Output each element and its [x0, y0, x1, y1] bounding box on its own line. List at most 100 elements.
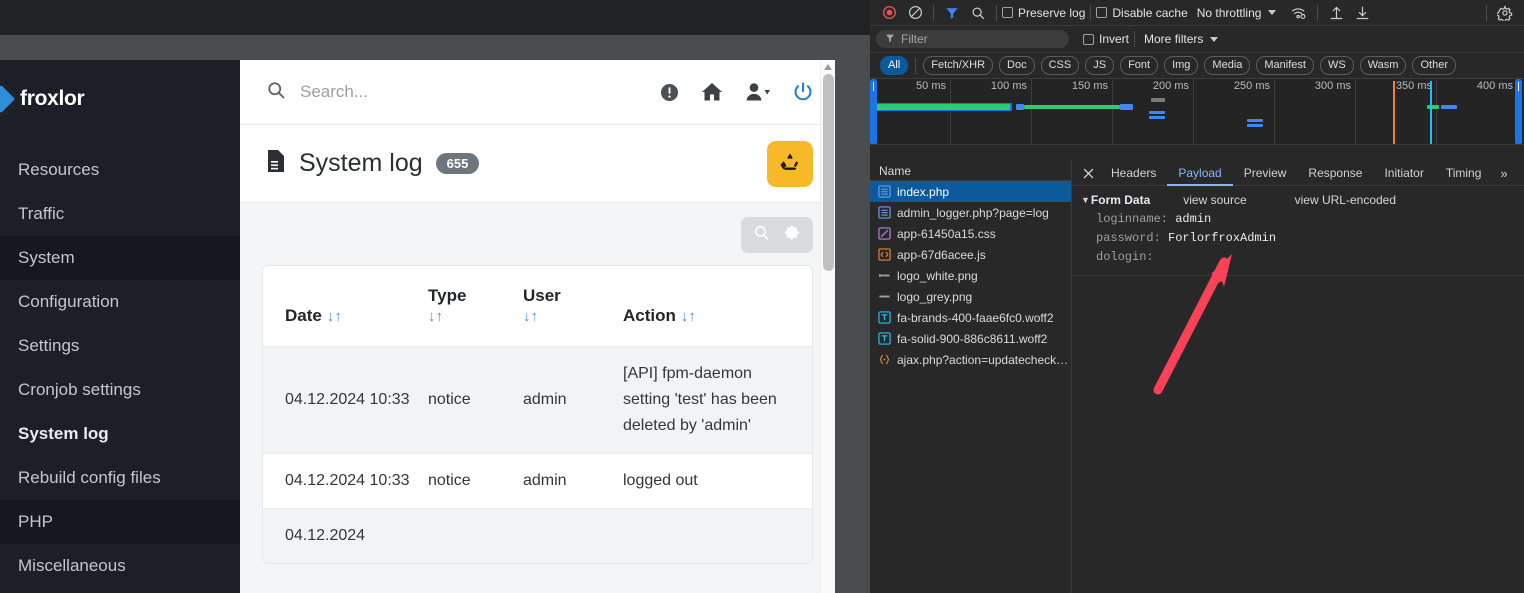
chip-css[interactable]: CSS	[1040, 56, 1080, 75]
sort-icon-user[interactable]: ↓↑	[523, 308, 538, 325]
sort-icon-date[interactable]: ↓↑	[327, 308, 342, 325]
scrollbar-thumb[interactable]	[823, 74, 834, 271]
request-row-app-js[interactable]: app-67d6acee.js	[870, 244, 1071, 265]
request-row-ajax-php[interactable]: ajax.php?action=updatecheck…	[870, 349, 1071, 370]
col-header-date[interactable]: Date ↓↑	[263, 266, 428, 347]
request-row-admin-logger-php[interactable]: admin_logger.php?page=log	[870, 202, 1071, 223]
page-viewport: froxlor Resources Traffic System Configu…	[0, 60, 835, 593]
sidebar-item-settings[interactable]: Settings	[0, 324, 240, 368]
document-icon	[266, 149, 286, 178]
froxlor-logo[interactable]: froxlor	[0, 60, 240, 118]
chip-all[interactable]: All	[880, 56, 909, 75]
cell-date: 04.12.2024 10:33	[285, 391, 410, 408]
tab-payload[interactable]: Payload	[1167, 161, 1232, 186]
record-stop-icon[interactable]	[876, 2, 902, 24]
document-icon	[878, 206, 891, 219]
scroll-up-arrow-icon[interactable]	[824, 64, 832, 70]
sidebar-item-cronjob-settings[interactable]: Cronjob settings	[0, 368, 240, 412]
home-icon[interactable]	[701, 82, 723, 102]
view-source-link[interactable]: view source	[1183, 193, 1246, 207]
sort-icon-type[interactable]: ↓↑	[428, 308, 443, 325]
chip-ws[interactable]: WS	[1319, 56, 1354, 75]
exclamation-circle-icon[interactable]	[660, 83, 679, 102]
table-toolbar-box[interactable]	[741, 217, 813, 253]
request-row-logo-white-png[interactable]: logo_white.png	[870, 265, 1071, 286]
request-row-fa-solid-woff2[interactable]: fa-solid-900-886c8611.woff2	[870, 328, 1071, 349]
overview-selection-handle-right[interactable]	[1515, 79, 1522, 144]
request-row-index-php[interactable]: index.php	[870, 181, 1071, 202]
sidebar-item-php[interactable]: PHP	[0, 500, 240, 544]
network-conditions-icon[interactable]	[1286, 2, 1312, 24]
sidebar-item-rebuild-config-files[interactable]: Rebuild config files	[0, 456, 240, 500]
col-header-action[interactable]: Action ↓↑	[623, 266, 812, 347]
upload-har-icon[interactable]	[1323, 2, 1349, 24]
cell-type: notice	[428, 472, 471, 489]
request-row-fa-brands-woff2[interactable]: fa-brands-400-faae6fc0.woff2	[870, 307, 1071, 328]
chip-wasm[interactable]: Wasm	[1359, 56, 1407, 75]
log-count-badge: 655	[435, 153, 480, 174]
request-list-header[interactable]: Name	[870, 161, 1071, 181]
sidebar-item-miscellaneous[interactable]: Miscellaneous	[0, 544, 240, 588]
chip-js[interactable]: JS	[1085, 56, 1115, 75]
chevron-down-icon[interactable]	[1210, 36, 1219, 42]
request-row-app-css[interactable]: app-61450a15.css	[870, 223, 1071, 244]
throttling-select[interactable]: No throttling	[1197, 6, 1277, 20]
tab-preview[interactable]: Preview	[1233, 161, 1298, 186]
sidebar-item-traffic[interactable]: Traffic	[0, 192, 240, 236]
table-row[interactable]: 04.12.2024 10:33 notice admin logged out	[263, 453, 812, 509]
checkbox-box[interactable]	[1002, 7, 1013, 18]
tab-headers[interactable]: Headers	[1100, 161, 1167, 186]
page-scrollbar[interactable]	[820, 60, 835, 593]
invert-checkbox[interactable]: Invert	[1083, 32, 1129, 46]
overview-selection-handle-left[interactable]	[870, 79, 877, 144]
col-header-type[interactable]: Type ↓↑	[428, 266, 523, 347]
tab-initiator[interactable]: Initiator	[1373, 161, 1434, 186]
chip-manifest[interactable]: Manifest	[1256, 56, 1314, 75]
chevron-down-icon[interactable]	[1268, 10, 1277, 15]
view-url-encoded-link[interactable]: view URL-encoded	[1295, 193, 1396, 207]
search-icon[interactable]	[965, 2, 991, 24]
tick-label: 400 ms	[1476, 80, 1513, 92]
power-icon[interactable]	[793, 82, 813, 102]
chevron-down-icon[interactable]: ▼	[1081, 195, 1090, 205]
clear-icon[interactable]	[902, 2, 928, 24]
sidebar-item-configuration[interactable]: Configuration	[0, 280, 240, 324]
table-row[interactable]: 04.12.2024	[263, 508, 812, 563]
field-value: admin	[1175, 212, 1212, 226]
col-header-user[interactable]: User ↓↑	[523, 266, 623, 347]
rebuild-button[interactable]	[767, 140, 813, 187]
network-overview-timeline[interactable]: 50 ms 100 ms 150 ms 200 ms 250 ms 300 ms…	[870, 79, 1524, 145]
chip-doc[interactable]: Doc	[999, 56, 1035, 75]
checkbox-box[interactable]	[1083, 33, 1094, 45]
chip-other[interactable]: Other	[1412, 56, 1456, 75]
waterfall-bar	[1149, 111, 1165, 114]
sidebar-item-system[interactable]: System	[0, 236, 240, 280]
request-row-logo-grey-png[interactable]: logo_grey.png	[870, 286, 1071, 307]
checkbox-box[interactable]	[1096, 7, 1108, 18]
more-filters-select[interactable]: More filters	[1144, 32, 1219, 46]
filter-input[interactable]: Filter	[876, 30, 1069, 48]
search-input[interactable]	[300, 82, 560, 102]
gear-icon[interactable]	[1492, 2, 1518, 24]
download-har-icon[interactable]	[1349, 2, 1375, 24]
tab-response[interactable]: Response	[1297, 161, 1373, 186]
chip-font[interactable]: Font	[1120, 56, 1159, 75]
chip-fetch-xhr[interactable]: Fetch/XHR	[923, 56, 994, 75]
disable-cache-checkbox[interactable]: Disable cache	[1096, 6, 1188, 20]
tab-timing[interactable]: Timing	[1435, 161, 1493, 186]
search-icon[interactable]	[753, 224, 770, 246]
preserve-log-checkbox[interactable]: Preserve log	[1002, 6, 1085, 20]
close-icon[interactable]	[1076, 168, 1100, 179]
table-row[interactable]: 04.12.2024 10:33 notice admin [API] fpm-…	[263, 346, 812, 454]
user-icon[interactable]	[745, 82, 771, 102]
filter-icon[interactable]	[939, 2, 965, 24]
sort-icon-action[interactable]: ↓↑	[681, 308, 696, 325]
chip-img[interactable]: Img	[1164, 56, 1199, 75]
tabs-overflow-icon[interactable]: »	[1492, 166, 1515, 181]
sidebar-item-system-log[interactable]: System log	[0, 412, 240, 456]
gear-icon[interactable]	[784, 224, 801, 246]
waterfall-bar	[1247, 124, 1263, 127]
sidebar-item-resources[interactable]: Resources	[0, 148, 240, 192]
global-search[interactable]	[266, 80, 660, 105]
chip-media[interactable]: Media	[1204, 56, 1251, 75]
